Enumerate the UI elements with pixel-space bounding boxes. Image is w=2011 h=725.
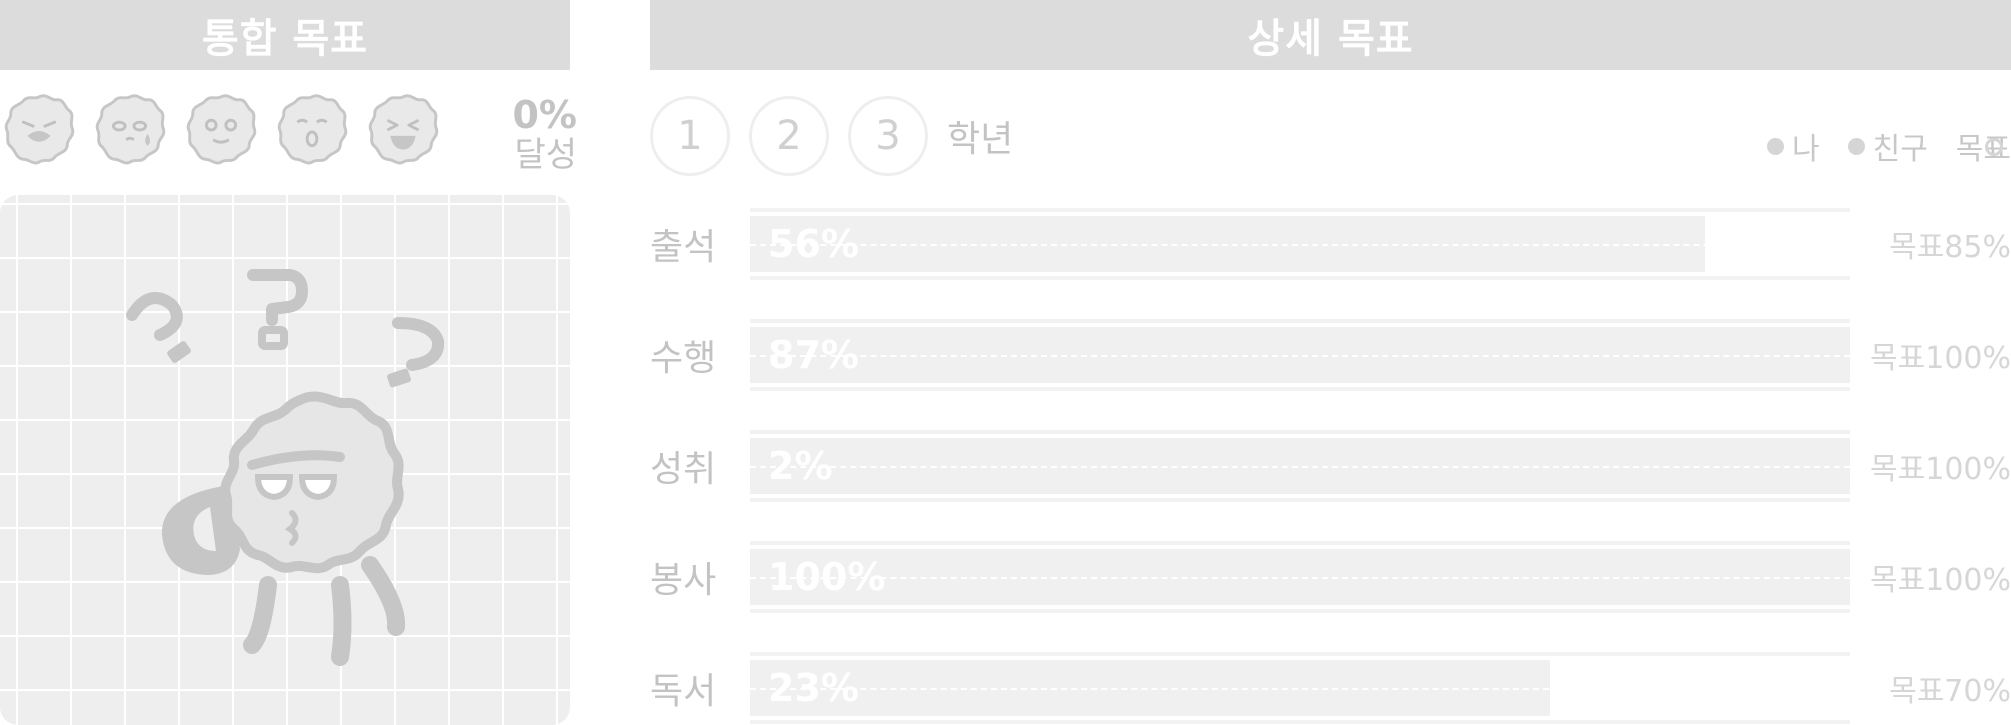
progress-track: 2% bbox=[750, 430, 1850, 502]
goal-row-volunteer: 봉사 100% 목표100% bbox=[650, 541, 2011, 613]
legend-friend-dot-icon bbox=[1847, 137, 1865, 155]
legend-goal-dot-icon bbox=[1985, 138, 2003, 156]
crying-face-icon bbox=[4, 94, 75, 165]
detailed-goal-header: 상세 목표 bbox=[650, 0, 2011, 70]
goal-category: 수행 bbox=[650, 338, 717, 379]
sweating-face-icon bbox=[95, 94, 166, 165]
goal-category: 봉사 bbox=[650, 560, 717, 601]
progress-value: 87% bbox=[768, 333, 859, 377]
track-rail-top bbox=[750, 208, 1850, 212]
grade-3-button[interactable]: 3 bbox=[848, 96, 928, 176]
emoji-level-row bbox=[0, 90, 442, 170]
mascot-panel bbox=[0, 195, 570, 725]
neutral-face-icon bbox=[186, 94, 257, 165]
goal-category: 출석 bbox=[650, 227, 717, 268]
progress-value: 23% bbox=[768, 666, 859, 710]
track-rail-top bbox=[750, 319, 1850, 323]
goal-dashline bbox=[750, 355, 1850, 357]
track-rail-bottom bbox=[750, 609, 1850, 613]
track-rail-top bbox=[750, 430, 1850, 434]
grade-2-button[interactable]: 2 bbox=[749, 96, 829, 176]
goal-row-attendance: 출석 56% 목표85% bbox=[650, 208, 2011, 280]
goal-dashline bbox=[750, 688, 1850, 690]
progress-value: 2% bbox=[768, 444, 833, 488]
achievement-summary: 0% 달성 bbox=[505, 95, 577, 175]
track-rail-bottom bbox=[750, 276, 1850, 280]
legend-me-dot-icon bbox=[1766, 137, 1784, 155]
progress-track: 23% bbox=[750, 652, 1850, 724]
legend-me: 나 bbox=[1766, 124, 1820, 168]
track-rail-bottom bbox=[750, 498, 1850, 502]
progress-track: 56% bbox=[750, 208, 1850, 280]
progress-track: 87% bbox=[750, 319, 1850, 391]
legend-me-label: 나 bbox=[1791, 132, 1820, 167]
goal-target: 목표100% bbox=[1870, 452, 2011, 487]
goal-row-reading: 독서 23% 목표70% bbox=[650, 652, 2011, 724]
legend-goal: 목표 bbox=[1956, 124, 2011, 168]
track-rail-top bbox=[750, 541, 1850, 545]
goal-category: 독서 bbox=[650, 671, 717, 712]
goal-dashline bbox=[750, 466, 1850, 468]
surprised-face-icon bbox=[277, 94, 348, 165]
goal-dashline bbox=[750, 577, 1850, 579]
track-rail-bottom bbox=[750, 720, 1850, 724]
progress-value: 56% bbox=[768, 222, 859, 266]
goal-target: 목표100% bbox=[1870, 341, 2011, 376]
goal-category: 성취 bbox=[650, 449, 717, 490]
progress-track: 100% bbox=[750, 541, 1850, 613]
grade-label: 학년 bbox=[947, 119, 1014, 160]
confused-mascot-illustration bbox=[126, 269, 445, 666]
track-rail-top bbox=[750, 652, 1850, 656]
grade-1-button[interactable]: 1 bbox=[650, 96, 730, 176]
chart-legend: 나 친구 목표 bbox=[1739, 124, 2011, 168]
grade-selector: 1 2 3 학년 bbox=[650, 96, 1013, 176]
legend-friend: 친구 bbox=[1847, 124, 1928, 168]
laughing-face-icon bbox=[368, 94, 439, 165]
integrated-goal-header: 통합 목표 bbox=[0, 0, 570, 70]
legend-friend-label: 친구 bbox=[1872, 132, 1928, 167]
track-rail-bottom bbox=[750, 387, 1850, 391]
achievement-percent: 0% bbox=[512, 93, 577, 137]
goal-row-achievement: 성취 2% 목표100% bbox=[650, 430, 2011, 502]
achievement-label: 달성 bbox=[514, 135, 577, 175]
progress-value: 100% bbox=[768, 555, 886, 599]
goal-target: 목표70% bbox=[1889, 674, 2011, 709]
goal-target: 목표85% bbox=[1889, 230, 2011, 265]
goal-target: 목표100% bbox=[1870, 563, 2011, 598]
goal-row-performance: 수행 87% 목표100% bbox=[650, 319, 2011, 391]
goal-dashline bbox=[750, 244, 1850, 246]
